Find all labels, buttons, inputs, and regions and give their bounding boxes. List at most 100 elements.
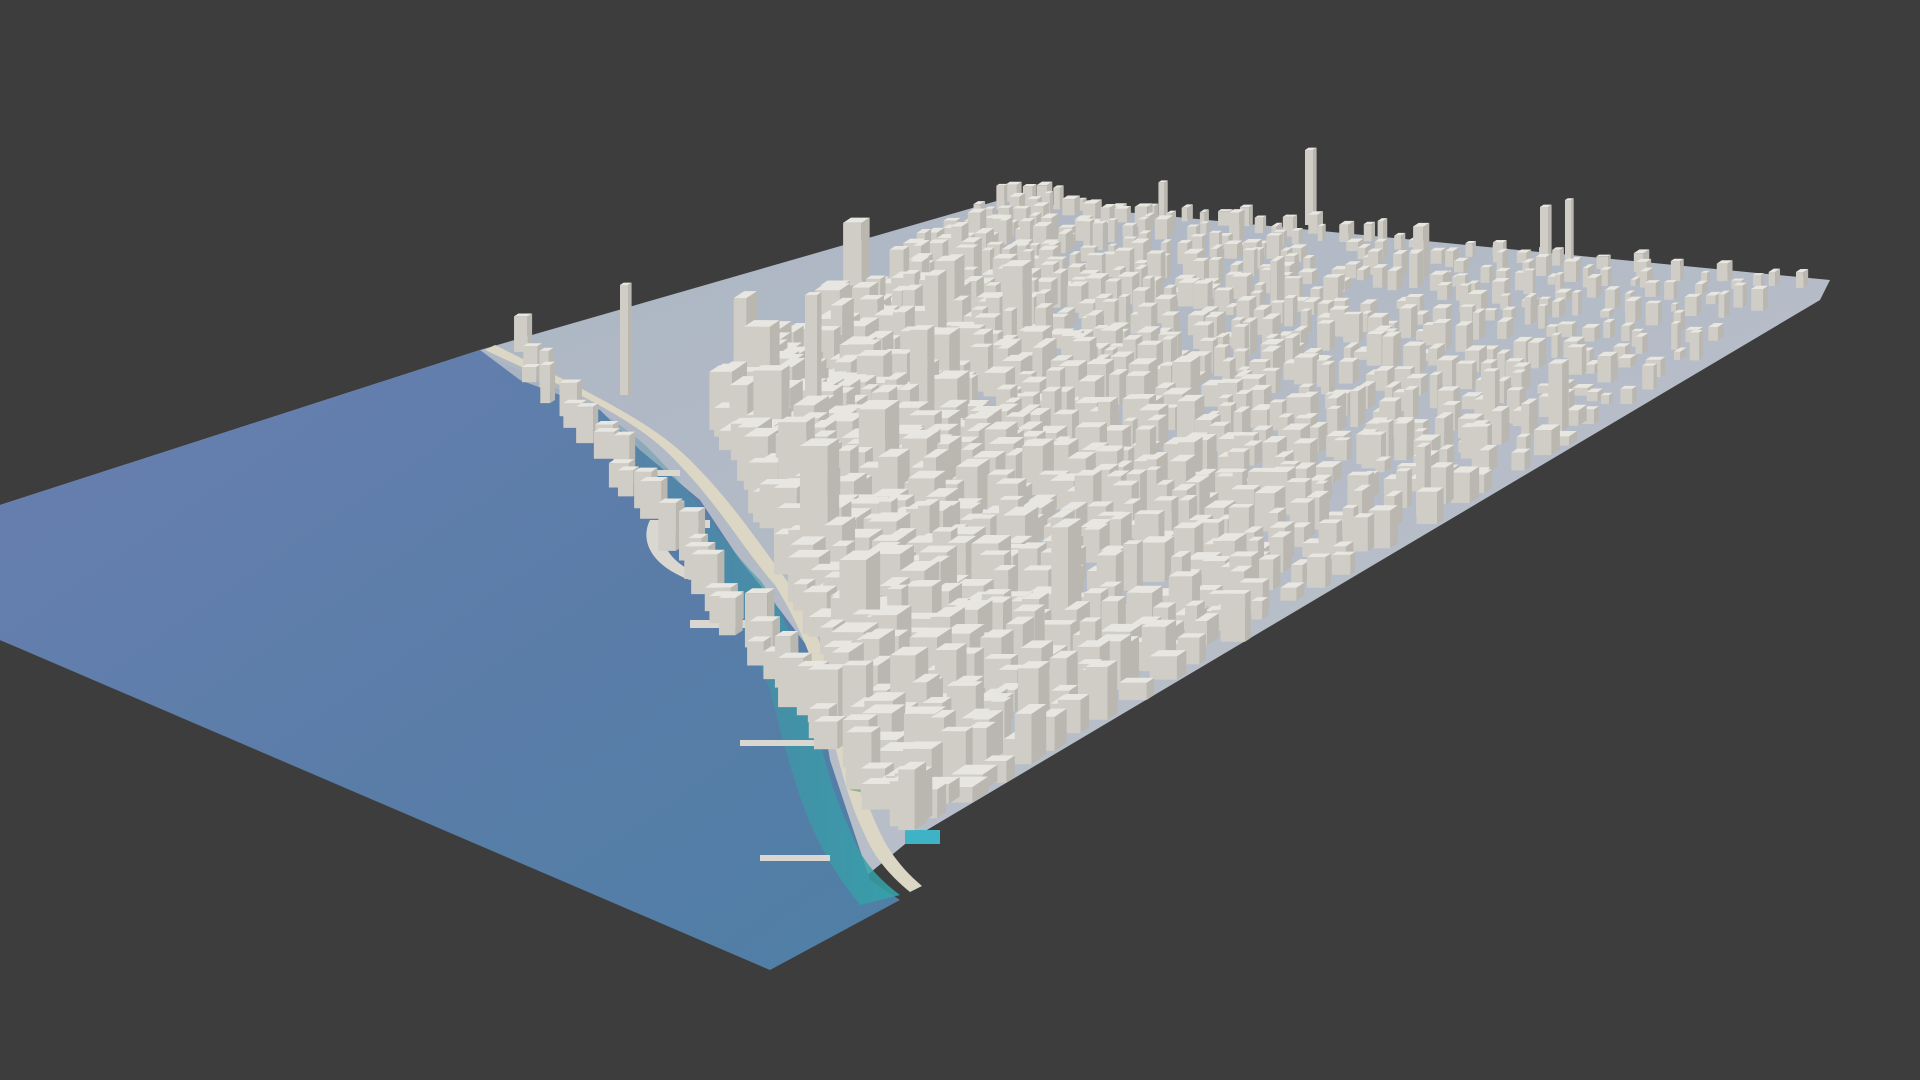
building-face-front (658, 502, 676, 551)
building (1294, 353, 1319, 385)
building-face-front (1548, 363, 1563, 431)
building-face-front (1345, 264, 1356, 279)
building-face-side (1413, 385, 1419, 419)
building (1454, 257, 1469, 273)
building-face-front (1332, 554, 1351, 575)
building-face-side (1262, 597, 1269, 620)
building-face-side (735, 593, 743, 636)
building-face-front (1630, 279, 1636, 286)
building-face-front (1645, 303, 1659, 326)
building-face-side (1298, 227, 1303, 244)
building (1382, 331, 1401, 368)
building-face-front (1538, 305, 1545, 329)
building-face-side (1501, 406, 1510, 445)
building (1353, 513, 1375, 552)
building-face-front (1671, 304, 1677, 312)
building-face-side (1239, 209, 1245, 243)
building-face-front (1403, 389, 1414, 419)
building-face-front (1353, 517, 1368, 552)
building-face-front (1684, 296, 1697, 317)
building-face-side (1524, 448, 1531, 471)
building-face-side (1423, 222, 1430, 278)
building-face-front (1752, 274, 1762, 286)
building-face-front (1158, 182, 1165, 220)
building-face-side (1207, 280, 1213, 309)
building-face-front (1671, 323, 1678, 350)
building-face-side (1632, 385, 1637, 405)
building-face-front (1343, 347, 1351, 359)
building-face-front (1430, 250, 1442, 264)
building (1338, 357, 1359, 384)
building (1596, 254, 1611, 269)
building-face-side (1204, 257, 1210, 282)
building-face-side (1530, 293, 1538, 325)
building-face-front (1538, 396, 1549, 417)
building (1752, 273, 1764, 286)
building-face-front (1363, 224, 1372, 242)
building-face-side (1393, 331, 1401, 368)
building-face-front (1751, 289, 1764, 311)
building (1552, 297, 1566, 318)
building (1795, 269, 1809, 289)
building-face-side (1763, 285, 1769, 311)
building (1343, 311, 1363, 343)
building (1062, 195, 1080, 216)
building (521, 363, 541, 383)
building (1403, 385, 1419, 419)
building-face-front (1251, 601, 1263, 620)
building-face-front (1218, 211, 1230, 226)
building-face-front (1456, 363, 1473, 390)
building-face-front (1225, 307, 1234, 316)
building (1600, 392, 1613, 405)
building-face-side (1037, 514, 1045, 541)
building-face-side (1401, 232, 1406, 250)
building (540, 361, 556, 404)
building-face-side (1371, 221, 1376, 242)
building-face-front (1572, 387, 1588, 396)
building (1465, 240, 1476, 257)
building-face-front (1497, 321, 1507, 340)
building-face-front (1511, 452, 1525, 471)
building (1123, 540, 1143, 591)
building-face-front (1733, 285, 1743, 308)
building (1350, 386, 1366, 427)
building-face-side (1150, 275, 1155, 306)
building-face-side (1352, 357, 1359, 384)
building (1671, 321, 1682, 350)
building-face-side (1673, 280, 1678, 300)
building-face-front (1416, 491, 1438, 524)
building (1149, 650, 1187, 680)
building (1635, 332, 1649, 354)
building (1516, 433, 1531, 451)
building (1586, 388, 1603, 402)
building-face-front (1705, 295, 1716, 305)
building (1552, 247, 1564, 266)
building-face-side (1346, 437, 1352, 461)
building-face-side (1727, 260, 1733, 282)
building (1484, 308, 1498, 321)
3d-viewport[interactable] (0, 0, 1920, 1080)
building-face-front (593, 431, 615, 459)
building-face-front (1535, 256, 1547, 277)
building-face-side (628, 282, 632, 395)
building (1372, 264, 1388, 288)
building-face-front (1451, 472, 1470, 503)
building-face-front (1339, 224, 1349, 243)
building (1102, 298, 1120, 326)
building-face-side (1489, 264, 1494, 283)
building-face-side (1006, 216, 1013, 245)
building-face-front (1572, 292, 1579, 316)
building-face-front (1149, 656, 1177, 680)
building-face-side (1761, 273, 1764, 286)
building-face-front (1220, 593, 1246, 642)
building-face-side (1610, 318, 1616, 339)
building-face-front (1333, 440, 1347, 461)
building-face-side (1049, 191, 1054, 215)
building-face-front (1102, 301, 1115, 326)
building (1394, 232, 1406, 250)
building-face-front (1563, 261, 1576, 282)
building-face-front (747, 641, 764, 666)
building-face-front (1642, 365, 1654, 390)
building-face-front (1455, 325, 1467, 352)
building (1670, 258, 1684, 281)
